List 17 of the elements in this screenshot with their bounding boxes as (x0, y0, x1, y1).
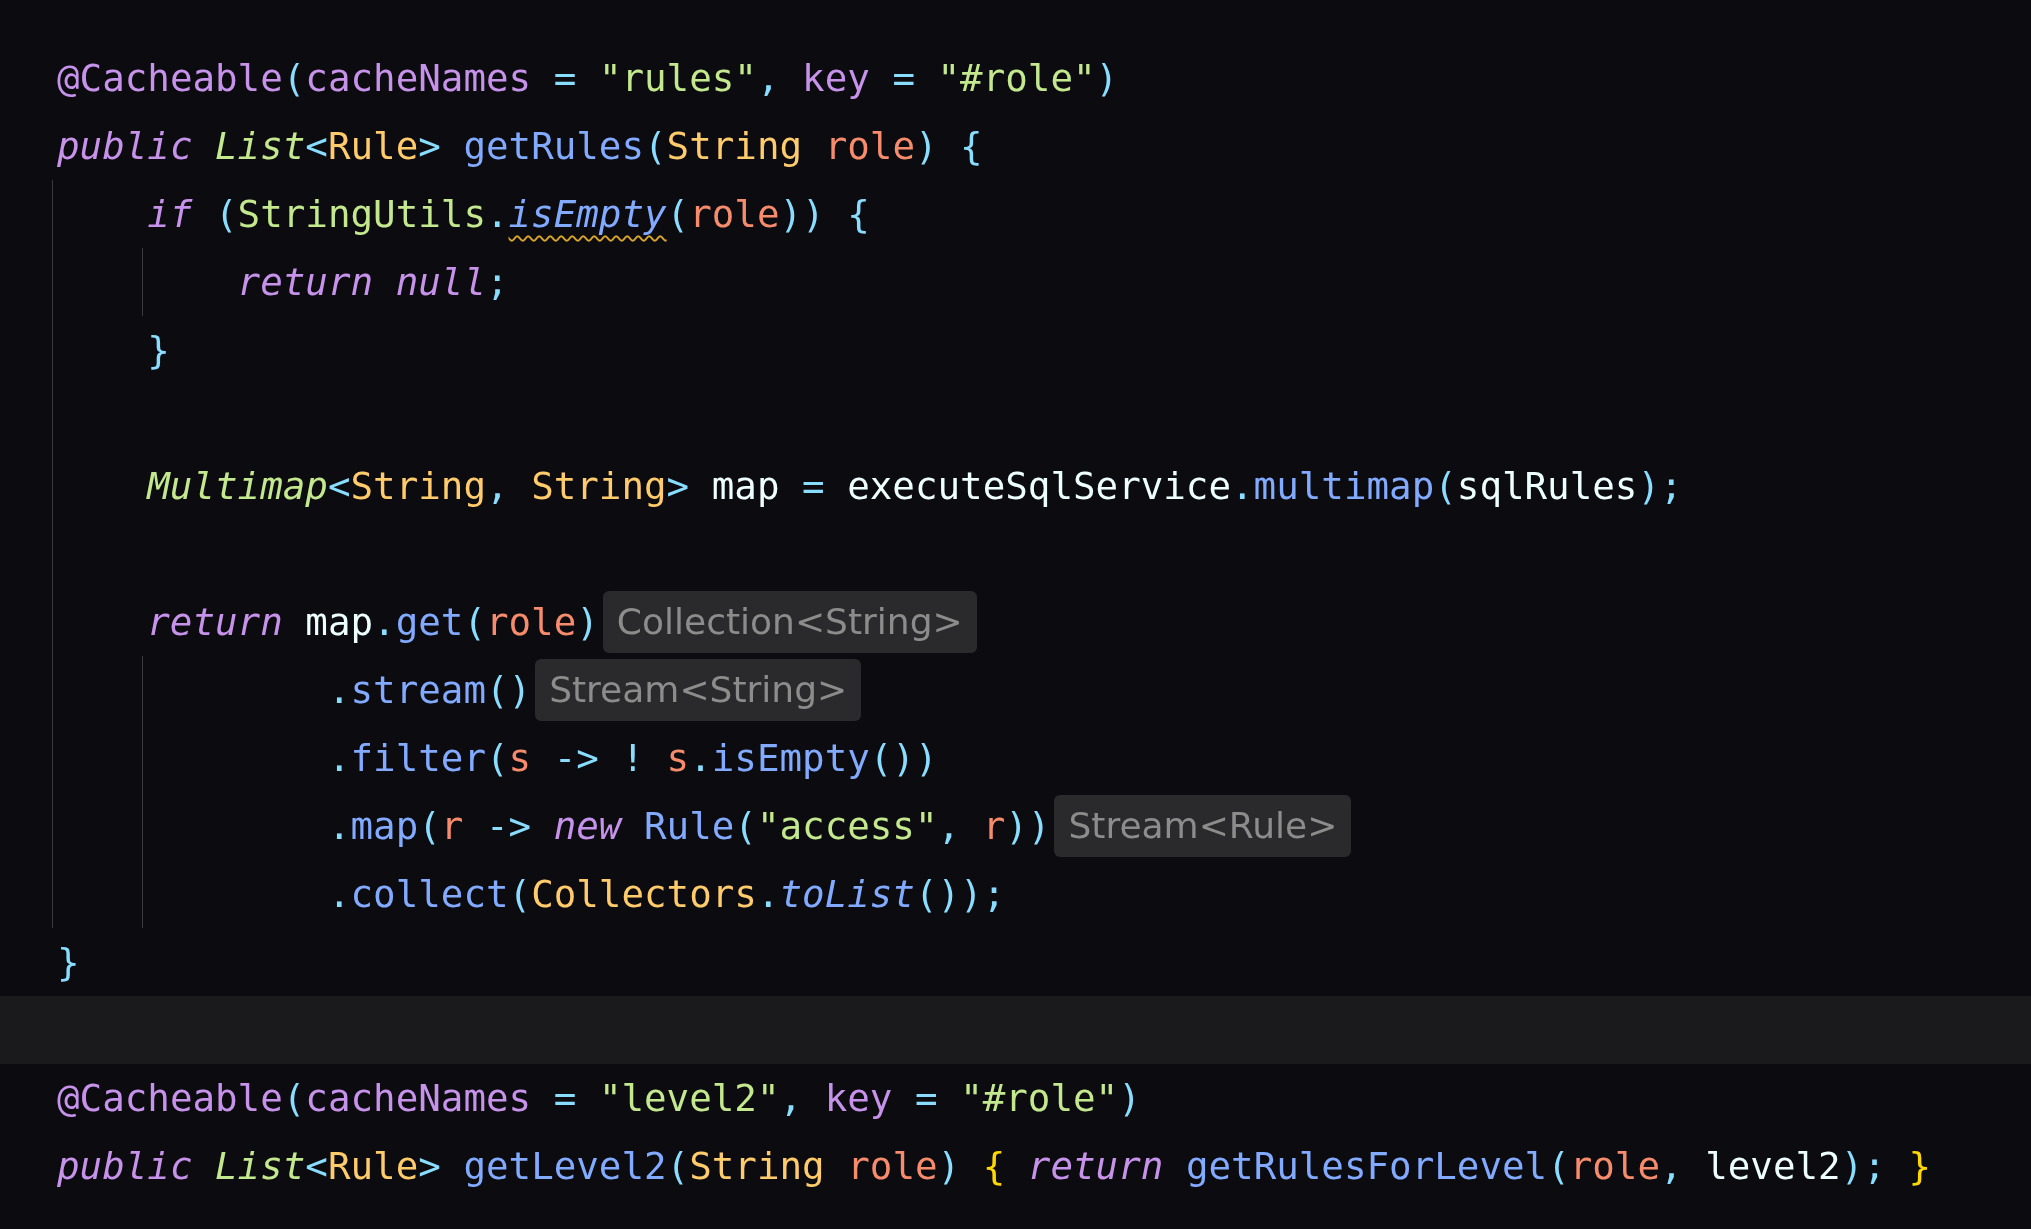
code-line: } (57, 940, 80, 984)
code-line: .filter(s -> ! s.isEmpty()) (327, 736, 938, 780)
code-line: public List<Rule> getLevel2(String role) { return getRulesForLevel(role, level2); } (57, 1144, 1931, 1188)
type-hint: Stream<String> (535, 659, 862, 721)
code-line: .collect(Collectors.toList()); (327, 872, 1006, 916)
code-line: .stream() (327, 668, 532, 712)
code-line: return null; (237, 260, 509, 304)
code-line: @Cacheable(cacheNames = "level2", key = "#role") (57, 1076, 1141, 1120)
type-hint: Stream<Rule> (1054, 795, 1352, 857)
code-line: public List<Rule> getRules(String role) { (57, 124, 983, 168)
code-line: } (147, 328, 170, 372)
type-hint: Collection<String> (602, 591, 977, 653)
code-line: Multimap<String, String> map = executeSqlService.multimap(sqlRules); (147, 464, 1683, 508)
code-line: .map(r -> new Rule("access", r)) (327, 804, 1051, 848)
code-line: if (StringUtils.isEmpty(role)) { (147, 192, 870, 236)
code-line: @Cacheable(cacheNames = "rules", key = "#role") (57, 56, 1119, 100)
code-line: return map.get(role) (147, 600, 599, 644)
